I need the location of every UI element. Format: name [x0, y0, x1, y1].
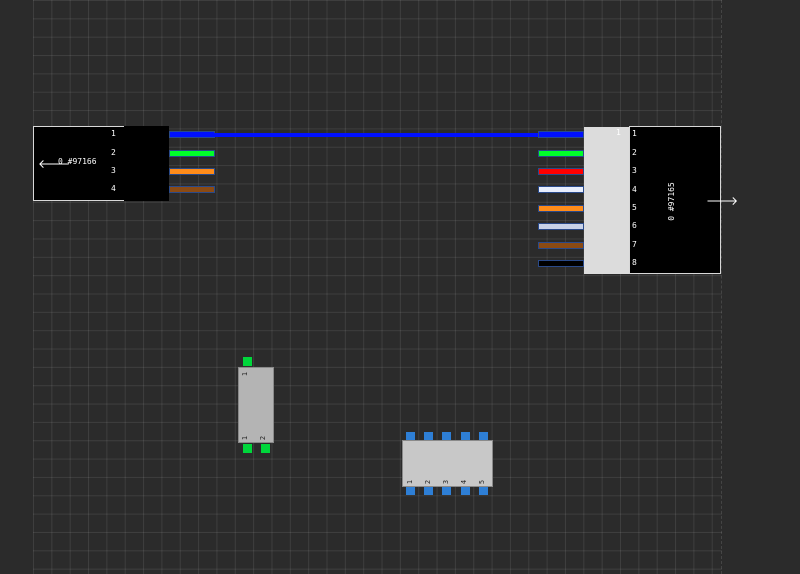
- left-connector[interactable]: 🡐 0 #97166 1 2 3 4: [33, 126, 125, 201]
- left-wire-4[interactable]: [169, 186, 215, 193]
- ic-pad-bottom-5[interactable]: [479, 487, 488, 495]
- left-connector-housing[interactable]: [124, 126, 169, 201]
- left-wire-3[interactable]: [169, 168, 215, 175]
- left-pin-4: 4: [111, 184, 116, 193]
- right-wire-8[interactable]: [538, 260, 584, 267]
- right-pin-2: 2: [632, 148, 637, 157]
- ic-pad-bottom-4[interactable]: [461, 487, 470, 495]
- ic-pad-top-4[interactable]: [461, 432, 470, 440]
- ic-pin-label-2: 2: [424, 479, 433, 485]
- right-pin-5: 5: [632, 203, 637, 212]
- resistor-pad-top[interactable]: [243, 357, 252, 366]
- right-wire-2[interactable]: [538, 150, 584, 157]
- ic-pin-label-3: 3: [442, 479, 451, 485]
- arrow-right-icon: 🡒: [706, 194, 739, 208]
- right-wire-1[interactable]: [538, 131, 584, 138]
- right-wire-3[interactable]: [538, 168, 584, 175]
- right-wire-7[interactable]: [538, 242, 584, 249]
- right-pin-6: 6: [632, 221, 637, 230]
- ic-pad-bottom-3[interactable]: [442, 487, 451, 495]
- right-wire-5[interactable]: [538, 205, 584, 212]
- right-pin-4: 4: [632, 185, 637, 194]
- right-pin-8: 8: [632, 258, 637, 267]
- left-pin-2: 2: [111, 148, 116, 157]
- right-connector[interactable]: 1 2 3 4 5 6 7 8 0 #97165 🡒: [629, 126, 738, 274]
- left-wire-2[interactable]: [169, 150, 215, 157]
- right-connector-housing[interactable]: 1: [584, 127, 630, 274]
- left-connector-id: 0 #97166: [58, 157, 97, 166]
- ic-pin-label-4: 4: [460, 479, 469, 485]
- canvas-grid[interactable]: [33, 0, 722, 574]
- right-wire-6[interactable]: [538, 223, 584, 230]
- resistor-pad-2[interactable]: [261, 444, 270, 453]
- ic-pad-bottom-2[interactable]: [424, 487, 433, 495]
- ic-pad-top-2[interactable]: [424, 432, 433, 440]
- ic-body[interactable]: 1 2 3 4 5: [402, 440, 493, 487]
- resistor-pad-1[interactable]: [243, 444, 252, 453]
- right-connector-id: 0 #97165: [666, 182, 676, 221]
- left-wire-1[interactable]: [169, 131, 215, 138]
- right-pin-1: 1: [632, 129, 637, 138]
- ic-pin-label-5: 5: [478, 479, 487, 485]
- resistor-body[interactable]: 1 1 2: [238, 367, 274, 443]
- wire-connection-blue[interactable]: [214, 133, 540, 137]
- right-pin-3: 3: [632, 166, 637, 175]
- right-pin-7: 7: [632, 240, 637, 249]
- ic-pin-label-1: 1: [406, 479, 415, 485]
- left-pin-1: 1: [111, 129, 116, 138]
- resistor-pin-label-2: 2: [259, 435, 268, 441]
- ic-pad-top-1[interactable]: [406, 432, 415, 440]
- ic-pad-top-3[interactable]: [442, 432, 451, 440]
- right-wire-4[interactable]: [538, 186, 584, 193]
- right-housing-pin-1: 1: [616, 128, 621, 137]
- resistor-pin-label-1: 1: [241, 435, 250, 441]
- ic-pad-top-5[interactable]: [479, 432, 488, 440]
- ic-pad-bottom-1[interactable]: [406, 487, 415, 495]
- left-pin-3: 3: [111, 166, 116, 175]
- resistor-pin-label-top: 1: [241, 371, 250, 377]
